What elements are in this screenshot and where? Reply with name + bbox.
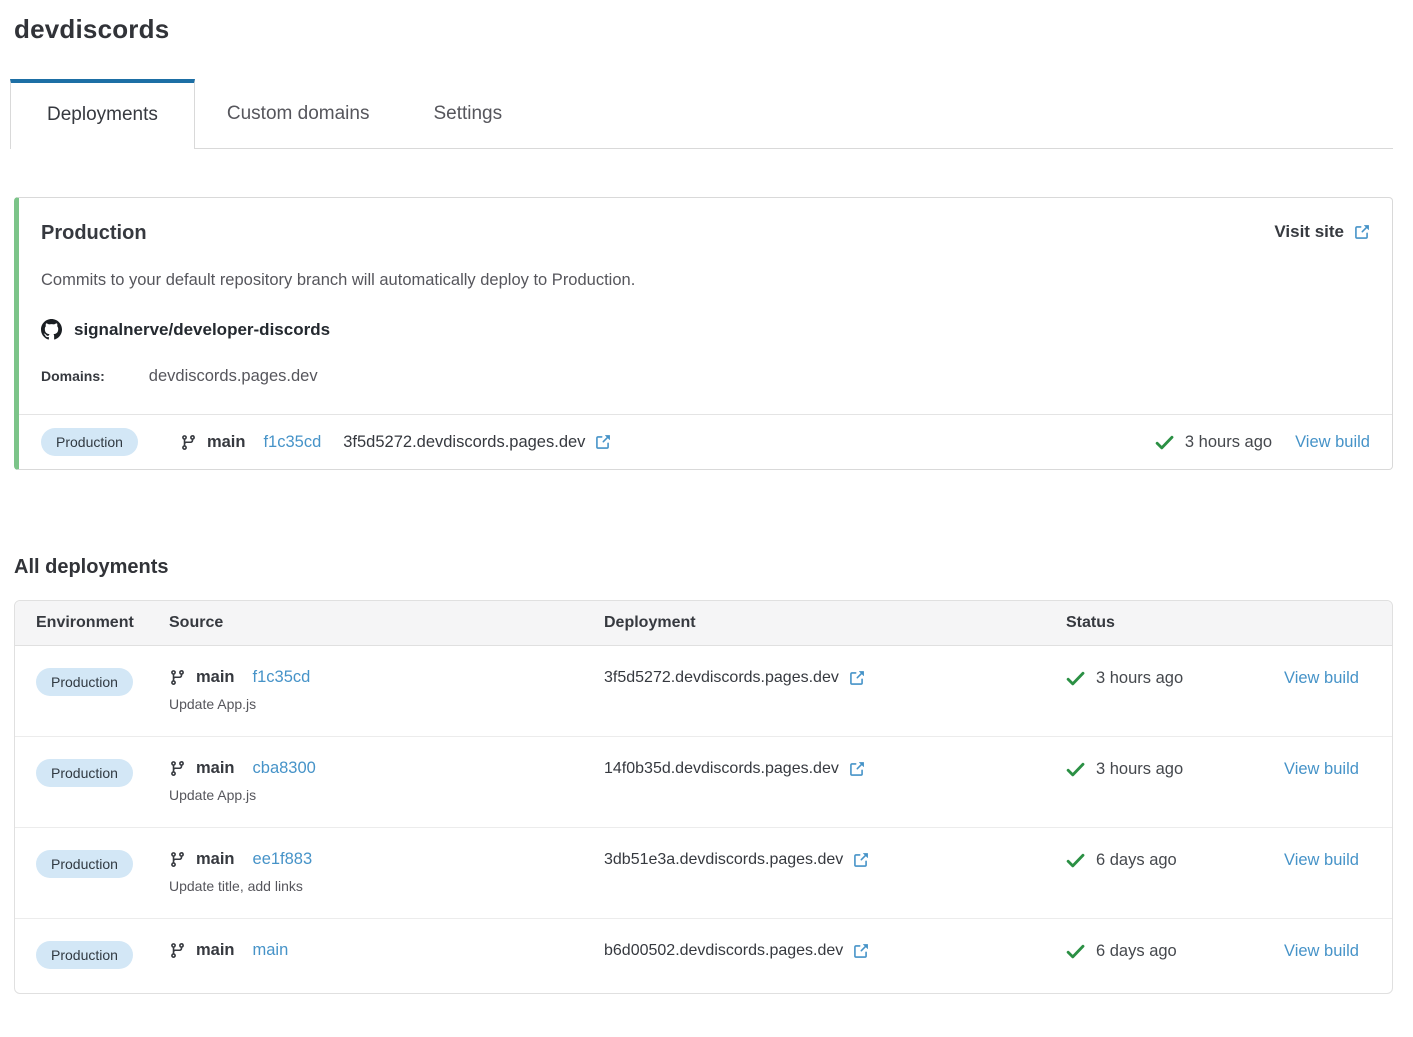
status: 6 days ago	[1066, 851, 1284, 870]
deployment-url-link[interactable]: 3f5d5272.devdiscords.pages.dev	[343, 433, 611, 452]
status: 3 hours ago	[1155, 433, 1272, 452]
git-branch-icon	[169, 760, 186, 777]
deployment-row: Production main f1c35cd Update App.js 3f…	[15, 646, 1392, 737]
environment-badge: Production	[36, 941, 133, 969]
repo-name: signalnerve/developer-discords	[74, 320, 330, 340]
production-card-body: Production Visit site Commits to your de…	[19, 198, 1392, 414]
check-icon	[1066, 851, 1085, 870]
environment-badge: Production	[36, 668, 133, 696]
production-deployment-row: Production main f1c35cd 3f5d5272.devdisc…	[19, 414, 1392, 469]
deployment-url-link[interactable]: 3db51e3a.devdiscords.pages.dev	[604, 851, 1066, 869]
status: 3 hours ago	[1066, 760, 1284, 779]
tab-bar: Deployments Custom domains Settings	[14, 79, 1393, 149]
visit-site-link[interactable]: Visit site	[1274, 222, 1370, 242]
check-icon	[1066, 760, 1085, 779]
column-deployment: Deployment	[604, 614, 1066, 632]
view-build-link[interactable]: View build	[1284, 669, 1359, 687]
github-icon	[41, 319, 62, 340]
deployment-url: b6d00502.devdiscords.pages.dev	[604, 942, 843, 960]
status: 6 days ago	[1066, 942, 1284, 961]
column-actions	[1284, 614, 1392, 632]
production-description: Commits to your default repository branc…	[41, 271, 1370, 290]
status-time: 3 hours ago	[1096, 760, 1183, 779]
git-branch-icon	[180, 434, 197, 451]
domains-value: devdiscords.pages.dev	[149, 367, 318, 386]
git-branch-icon	[169, 942, 186, 959]
column-status: Status	[1066, 614, 1284, 632]
column-source: Source	[169, 614, 604, 632]
status-time: 3 hours ago	[1185, 433, 1272, 452]
check-icon	[1066, 669, 1085, 688]
domains-label: Domains:	[41, 368, 105, 384]
commit-link[interactable]: cba8300	[253, 759, 316, 778]
commit-message: Update App.js	[169, 787, 604, 803]
external-link-icon	[848, 761, 865, 778]
commit-link[interactable]: f1c35cd	[263, 433, 321, 452]
production-card: Production Visit site Commits to your de…	[14, 197, 1393, 470]
environment-badge: Production	[36, 759, 133, 787]
all-deployments-title: All deployments	[14, 556, 1393, 579]
check-icon	[1066, 942, 1085, 961]
branch-name: main	[196, 668, 235, 687]
external-link-icon	[848, 670, 865, 687]
branch-name: main	[196, 941, 235, 960]
visit-site-label: Visit site	[1274, 222, 1344, 242]
domains-row: Domains: devdiscords.pages.dev	[41, 367, 1370, 386]
deployment-row: Production main cba8300 Update App.js 14…	[15, 737, 1392, 828]
tab-settings[interactable]: Settings	[401, 79, 534, 148]
external-link-icon	[852, 943, 869, 960]
git-branch-icon	[169, 851, 186, 868]
commit-link[interactable]: ee1f883	[253, 850, 313, 869]
deployment-url-link[interactable]: 3f5d5272.devdiscords.pages.dev	[604, 669, 1066, 687]
environment-badge: Production	[36, 850, 133, 878]
deployment-url-link[interactable]: 14f0b35d.devdiscords.pages.dev	[604, 760, 1066, 778]
external-link-icon	[594, 434, 611, 451]
git-branch-icon	[169, 669, 186, 686]
commit-link[interactable]: main	[253, 941, 289, 960]
deployment-url: 14f0b35d.devdiscords.pages.dev	[604, 760, 839, 778]
table-header: Environment Source Deployment Status	[15, 601, 1392, 646]
view-build-link[interactable]: View build	[1295, 433, 1370, 452]
commit-message: Update title, add links	[169, 878, 604, 894]
check-icon	[1155, 433, 1174, 452]
deployments-table: Environment Source Deployment Status Pro…	[14, 600, 1393, 994]
page-title: devdiscords	[14, 14, 1393, 45]
commit-link[interactable]: f1c35cd	[253, 668, 311, 687]
environment-badge: Production	[41, 428, 138, 456]
pages-project-page: devdiscords Deployments Custom domains S…	[0, 0, 1413, 994]
deployment-url: 3db51e3a.devdiscords.pages.dev	[604, 851, 843, 869]
deployment-url: 3f5d5272.devdiscords.pages.dev	[343, 433, 585, 452]
view-build-link[interactable]: View build	[1284, 942, 1359, 960]
view-build-link[interactable]: View build	[1284, 760, 1359, 778]
deployment-url-link[interactable]: b6d00502.devdiscords.pages.dev	[604, 942, 1066, 960]
commit-message: Update App.js	[169, 696, 604, 712]
status-time: 6 days ago	[1096, 942, 1177, 961]
external-link-icon	[852, 852, 869, 869]
branch-name: main	[196, 759, 235, 778]
external-link-icon	[1353, 224, 1370, 241]
tab-custom-domains[interactable]: Custom domains	[195, 79, 402, 148]
status-time: 3 hours ago	[1096, 669, 1183, 688]
view-build-link[interactable]: View build	[1284, 851, 1359, 869]
status-time: 6 days ago	[1096, 851, 1177, 870]
column-environment: Environment	[36, 614, 169, 632]
deployment-url: 3f5d5272.devdiscords.pages.dev	[604, 669, 839, 687]
production-title: Production	[41, 222, 147, 245]
repo-link[interactable]: signalnerve/developer-discords	[41, 319, 1370, 340]
deployment-row: Production main ee1f883 Update title, ad…	[15, 828, 1392, 919]
branch-name: main	[207, 433, 246, 452]
tab-deployments[interactable]: Deployments	[10, 79, 195, 149]
deployment-row: Production main main b6d00502.devdiscord…	[15, 919, 1392, 993]
status: 3 hours ago	[1066, 669, 1284, 688]
branch-name: main	[196, 850, 235, 869]
